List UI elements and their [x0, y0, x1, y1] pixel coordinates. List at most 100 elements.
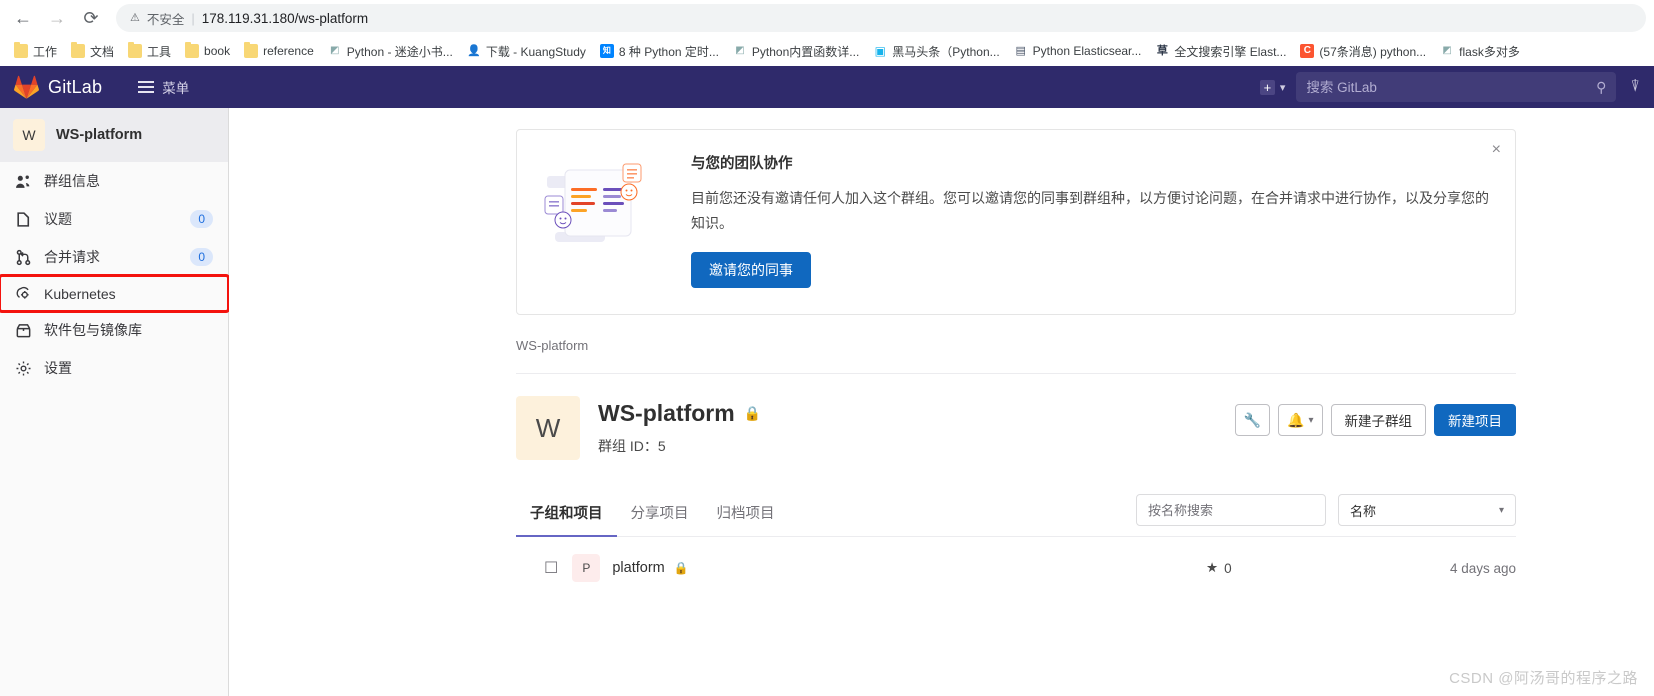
- browser-toolbar: ← → ⟳ ⚠ 不安全 | 178.119.31.180/ws-platform: [0, 0, 1654, 36]
- main-menu-button[interactable]: 菜单: [132, 73, 195, 101]
- global-search-box[interactable]: ⚲: [1296, 72, 1617, 102]
- bookmark-item[interactable]: 知 8 种 Python 定时...: [594, 40, 725, 63]
- invite-banner: × 与您的团队协作 目前您还没有邀请任何人加入这个群组。您可以邀请您的同事到群组…: [516, 129, 1516, 315]
- sidebar-item-label: 群组信息: [44, 173, 100, 189]
- bookmark-item[interactable]: ▣ 黑马头条（Python...: [867, 40, 1005, 63]
- bookmark-item[interactable]: book: [179, 41, 236, 61]
- folder-icon: [71, 42, 86, 58]
- sidebar-group-avatar: W: [13, 119, 45, 151]
- csdn-icon: C: [1300, 44, 1315, 58]
- project-list: ☐ Pplatform 🔒 ★ 0 4 days ago: [516, 537, 1516, 599]
- gitlab-logo-icon: [14, 75, 39, 99]
- dark-icon: 草: [1156, 44, 1168, 57]
- bookmark-item[interactable]: 👤 下载 - KuangStudy: [461, 40, 592, 63]
- gitlab-home-link[interactable]: GitLab: [14, 75, 102, 99]
- address-bar[interactable]: ⚠ 不安全 | 178.119.31.180/ws-platform: [116, 4, 1646, 32]
- bookmark-item[interactable]: 工具: [122, 40, 177, 63]
- notifications-button[interactable]: 🔔 ▾: [1278, 404, 1323, 436]
- issues-icon[interactable]: ⍒: [1630, 78, 1640, 96]
- sidebar-item-label: Kubernetes: [44, 285, 116, 302]
- invite-banner-body: 与您的团队协作 目前您还没有邀请任何人加入这个群组。您可以邀请您的同事到群组种，…: [691, 152, 1491, 288]
- create-new-button[interactable]: + ▾: [1255, 76, 1291, 99]
- breadcrumb: WS-platform: [516, 315, 1516, 374]
- lock-icon: 🔒: [743, 405, 762, 421]
- bookmark-label: 下载 - KuangStudy: [485, 44, 586, 59]
- bookmark-item[interactable]: 文档: [65, 40, 120, 63]
- group-header: W WS-platform 🔒 群组 ID：5 🔧 🔔 ▾ 新建子群组 新建项目: [516, 374, 1516, 460]
- zhihu-icon: 知: [599, 44, 614, 58]
- group-id-value: 5: [657, 438, 666, 454]
- group-sidebar: W WS-platform 群组信息议题 0 合并请求 0 Kubernetes 软件包与…: [0, 108, 230, 696]
- main-menu-label: 菜单: [162, 81, 190, 96]
- gear-icon: [15, 360, 32, 377]
- bookmark-item[interactable]: ▤ Python Elasticsear...: [1008, 41, 1148, 61]
- bookmark-label: 黑马头条（Python...: [892, 44, 1000, 59]
- bell-icon: 🔔: [1287, 411, 1305, 428]
- forward-button[interactable]: →: [42, 3, 72, 33]
- package-icon: [15, 322, 32, 339]
- invite-colleagues-button[interactable]: 邀请您的同事: [691, 252, 811, 288]
- new-project-button[interactable]: 新建项目: [1434, 404, 1516, 436]
- sidebar-item-议题[interactable]: 议题 0: [0, 200, 228, 238]
- project-stars[interactable]: ★ 0: [1206, 560, 1232, 576]
- back-button[interactable]: ←: [8, 3, 38, 33]
- not-secure-icon: ⚠: [130, 11, 140, 24]
- bookmark-icon[interactable]: ☐: [544, 558, 558, 578]
- gitlab-topbar: GitLab 菜单 + ▾ ⚲ ⍒: [0, 66, 1654, 108]
- project-row[interactable]: ☐ Pplatform 🔒 ★ 0 4 days ago: [516, 537, 1516, 599]
- sidebar-item-群组信息[interactable]: 群组信息: [0, 162, 228, 200]
- settings-wrench-button[interactable]: 🔧: [1234, 404, 1271, 436]
- breadcrumb-item-group[interactable]: WS-platform: [516, 338, 588, 353]
- close-icon[interactable]: ×: [1492, 142, 1501, 158]
- bookmark-label: 全文搜索引擎 Elast...: [1174, 44, 1287, 59]
- project-search-input[interactable]: [1148, 502, 1314, 518]
- sidebar-item-合并请求[interactable]: 合并请求 0: [0, 238, 228, 276]
- page-body: W WS-platform 群组信息议题 0 合并请求 0 Kubernetes 软件包与…: [0, 108, 1654, 696]
- hamburger-icon: [138, 81, 155, 93]
- bookmark-item[interactable]: ◩ flask多对多: [1434, 40, 1526, 63]
- tab-0[interactable]: 子组和项目: [516, 494, 617, 537]
- sidebar-item-kubernetes[interactable]: Kubernetes: [0, 274, 230, 313]
- sort-dropdown[interactable]: 名称 ▾: [1338, 494, 1516, 526]
- folder-icon: [244, 42, 259, 58]
- invite-banner-text: 目前您还没有邀请任何人加入这个群组。您可以邀请您的同事到群组种，以方便讨论问题，…: [691, 190, 1489, 231]
- avatar-icon: 👤: [466, 44, 481, 57]
- topbar-right-group: + ▾ ⚲ ⍒: [1255, 72, 1640, 102]
- sidebar-item-badge: 0: [190, 248, 213, 266]
- bookmark-item[interactable]: 草全文搜索引擎 Elast...: [1149, 40, 1292, 63]
- group-id-line: 群组 ID：5: [598, 436, 1217, 456]
- sidebar-item-label: 软件包与镜像库: [44, 322, 142, 338]
- search-input[interactable]: [1306, 79, 1597, 95]
- sidebar-item-设置[interactable]: 设置: [0, 349, 228, 387]
- group-action-buttons: 🔧 🔔 ▾ 新建子群组 新建项目: [1234, 396, 1516, 436]
- sort-value: 名称: [1350, 503, 1377, 519]
- bookmark-label: reference: [263, 44, 314, 58]
- project-avatar: P: [572, 554, 601, 582]
- chevron-down-icon: ▾: [1279, 81, 1286, 94]
- bookmark-item[interactable]: 工作: [8, 40, 63, 63]
- generic-page-icon: ◩: [330, 45, 340, 56]
- folder-icon: [128, 42, 143, 58]
- merge-request-icon: [15, 249, 32, 266]
- tab-2[interactable]: 归档项目: [703, 494, 789, 536]
- tab-1[interactable]: 分享项目: [617, 494, 703, 536]
- bookmark-item[interactable]: C (57条消息) python...: [1294, 40, 1432, 63]
- new-subgroup-button[interactable]: 新建子群组: [1330, 404, 1426, 436]
- bookmark-item[interactable]: reference: [238, 41, 320, 61]
- plus-icon: +: [1259, 79, 1275, 95]
- security-label: 不安全: [146, 12, 185, 27]
- bookmark-item[interactable]: ◩ Python - 迷途小书...: [322, 40, 459, 63]
- reload-button[interactable]: ⟳: [76, 3, 106, 33]
- sidebar-item-badge: 0: [190, 210, 213, 228]
- tabs-row: 子组和项目分享项目归档项目 名称 ▾: [516, 494, 1516, 537]
- bookmark-item[interactable]: ◩ Python内置函数详...: [727, 40, 865, 63]
- collaboration-illustration-icon: [541, 152, 661, 288]
- content-column: × 与您的团队协作 目前您还没有邀请任何人加入这个群组。您可以邀请您的同事到群组…: [516, 129, 1516, 599]
- project-search-box[interactable]: [1136, 494, 1326, 526]
- site-icon: ◩: [735, 45, 745, 56]
- bookmark-label: 工作: [33, 44, 58, 59]
- sidebar-item-label: 设置: [44, 360, 72, 376]
- project-name[interactable]: platform: [612, 560, 664, 576]
- sidebar-group-header[interactable]: W WS-platform: [0, 108, 228, 162]
- sidebar-item-软件包与镜像库[interactable]: 软件包与镜像库: [0, 311, 228, 349]
